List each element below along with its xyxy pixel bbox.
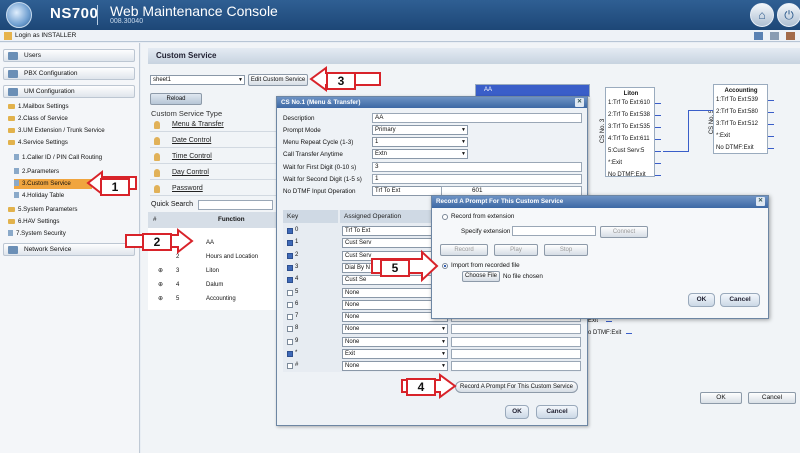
callout-5: 5 xyxy=(380,259,410,277)
callout-1: 1 xyxy=(100,178,130,196)
callout-3: 3 xyxy=(326,72,356,90)
callout-arrows xyxy=(86,66,457,399)
callout-2: 2 xyxy=(142,233,172,251)
callout-4: 4 xyxy=(406,378,436,396)
